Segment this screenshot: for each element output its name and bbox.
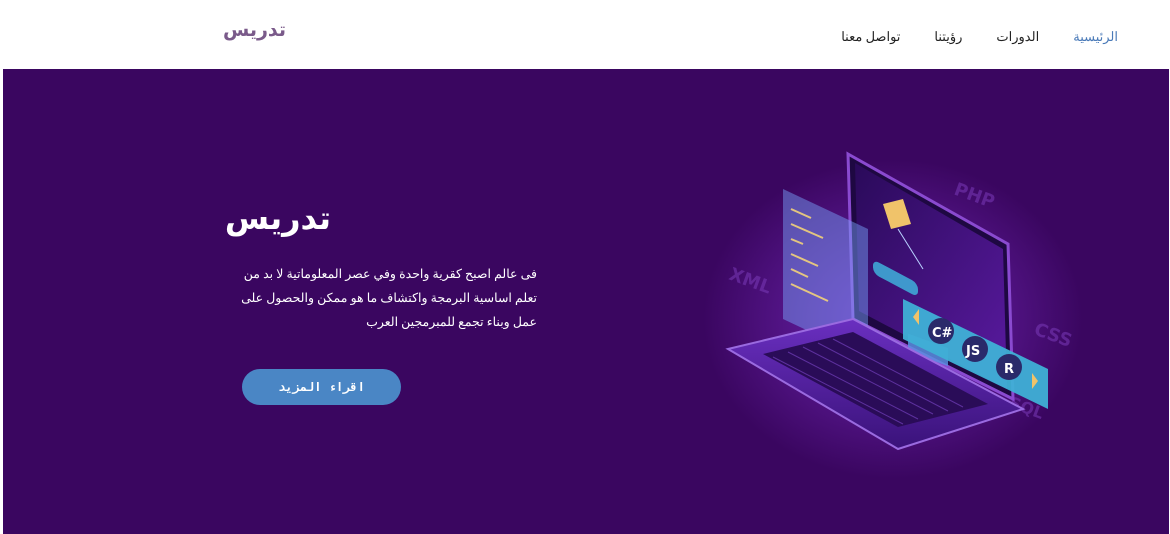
- laptop-code-illustration: PHP CSS XML SQL C# JS R: [703, 151, 1083, 479]
- hero-description: فى عالم اصبح كقرية واحدة وفي عصر المعلوم…: [241, 267, 537, 329]
- nav-item-contact[interactable]: تواصل معنا: [841, 29, 900, 45]
- r-label: R: [1004, 362, 1014, 377]
- brand-logo[interactable]: تدريس: [223, 19, 286, 41]
- nav-item-home[interactable]: الرئيسية: [1073, 29, 1118, 45]
- top-navbar: تدريس الرئيسية الدورات رؤيتنا تواصل معنا: [0, 0, 1170, 69]
- hero-title: تدريس: [224, 199, 331, 237]
- nav-item-vision[interactable]: رؤيتنا: [934, 29, 962, 45]
- js-label: JS: [965, 344, 980, 359]
- nav-item-courses[interactable]: الدورات: [996, 29, 1039, 45]
- csharp-label: C#: [932, 326, 953, 341]
- read-more-button[interactable]: اقراء المزيد: [242, 369, 401, 405]
- hero-section: تدريس فى عالم اصبح كقرية واحدة وفي عصر ا…: [3, 69, 1169, 534]
- nav-menu: الرئيسية الدورات رؤيتنا تواصل معنا: [807, 29, 1118, 45]
